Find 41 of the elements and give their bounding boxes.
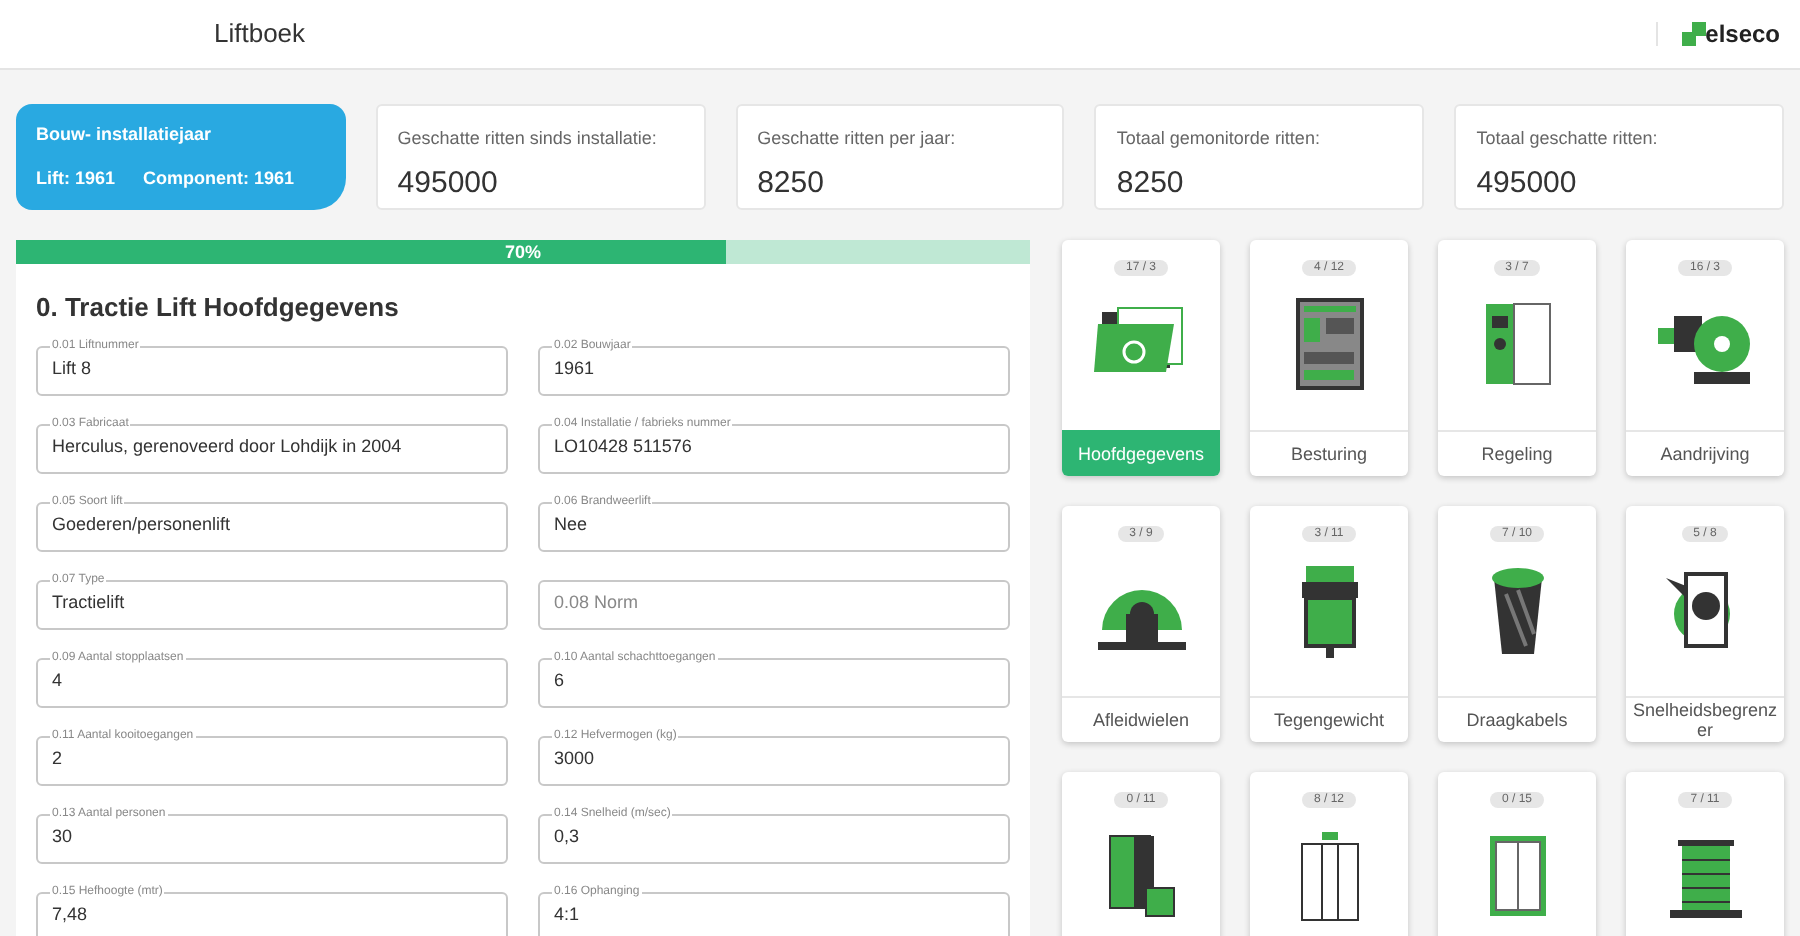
tile-label: Tegengewicht <box>1250 696 1408 742</box>
field-value: 1961 <box>554 356 595 383</box>
tile-label: Aandrijving <box>1626 430 1784 476</box>
tile-label: Afleidwielen <box>1062 696 1220 742</box>
progress-reading: 70% <box>502 240 543 264</box>
tile-label: Besturing <box>1250 430 1408 476</box>
field-placeholder: 0.08 Norm <box>554 590 639 617</box>
field-value: 6 <box>554 668 565 695</box>
tile-label: Regeling <box>1438 430 1596 476</box>
field-value: Herculus, gerenoveerd door Lohdijk in 2004 <box>52 434 402 461</box>
field-value: 4:1 <box>554 902 580 929</box>
stat-label: Totaal geschatte ritten: <box>1476 126 1660 152</box>
field-value: 2 <box>52 746 63 773</box>
stat-label: Totaal gemonitorde ritten: <box>1116 126 1322 152</box>
tile-label: Snelheidsbegrenzer <box>1626 696 1784 742</box>
field-value: Lift 8 <box>52 356 92 383</box>
stat-value: 8250 <box>757 163 826 203</box>
tile-label: Draagkabels <box>1438 696 1596 742</box>
field-value: Nee <box>554 512 588 539</box>
field-value: 4 <box>52 668 63 695</box>
logo-text: elseco <box>1705 22 1780 46</box>
tile-label: Hoofdgegevens <box>1062 430 1220 476</box>
page-title: Liftboek <box>214 16 306 53</box>
card-title: Bouw- installatiejaar <box>36 121 214 148</box>
input-field[interactable]: 0.08 Norm <box>538 579 1010 629</box>
stat-label: Geschatte ritten per jaar: <box>757 126 958 152</box>
logo-squares-icon <box>1681 22 1706 46</box>
field-value: 7,48 <box>52 902 88 929</box>
component-year: Component: 1961 <box>143 166 295 192</box>
stat-value: 495000 <box>397 163 500 203</box>
lift-year: Lift: 1961 <box>36 166 116 192</box>
stat-value: 495000 <box>1476 163 1579 203</box>
field-value: 3000 <box>554 746 595 773</box>
stat-value: 8250 <box>1116 163 1186 203</box>
field-value: 0,3 <box>554 824 580 851</box>
field-value: 30 <box>52 824 73 851</box>
field-value: Goederen/personenlift <box>52 512 231 539</box>
field-value: Tractielift <box>52 590 125 617</box>
form-title: 0. Tractie Lift Hoofdgegevens <box>36 290 401 326</box>
field-value: LO10428 511576 <box>554 434 692 461</box>
stat-label: Geschatte ritten sinds installatie: <box>397 126 659 152</box>
